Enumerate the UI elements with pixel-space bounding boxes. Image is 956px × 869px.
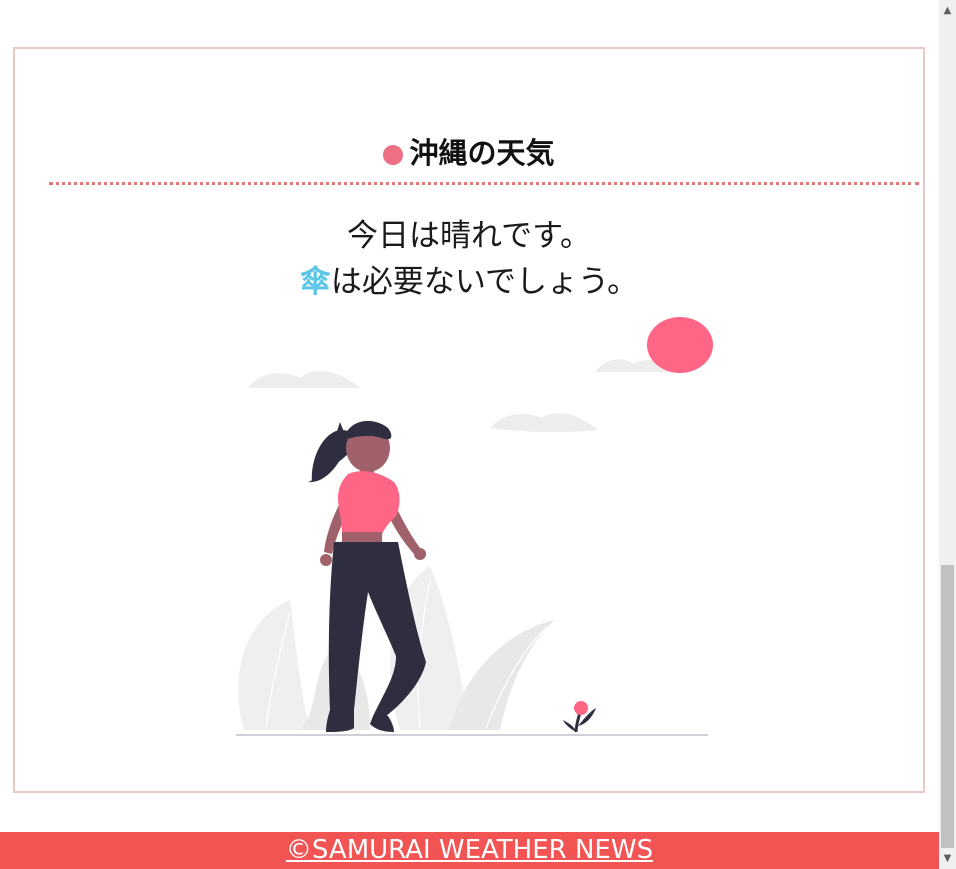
- copyright-link[interactable]: ©SAMURAI WEATHER NEWS: [286, 835, 653, 865]
- card-title: 沖縄の天気: [15, 135, 923, 171]
- card-title-text: 沖縄の天気: [409, 136, 555, 170]
- forecast-line-1: 今日は晴れです。: [347, 218, 591, 254]
- leaf-icon: [238, 600, 310, 730]
- sunny-woman-illustration: [236, 317, 713, 736]
- umbrella-word: 傘: [299, 264, 331, 300]
- shirt: [338, 471, 400, 534]
- title-dot-icon: [383, 145, 404, 165]
- title-divider: [49, 182, 919, 185]
- flower-stem: [574, 711, 582, 733]
- scroll-down-arrow-icon[interactable]: ▼: [939, 850, 956, 867]
- footer-bar: ©SAMURAI WEATHER NEWS: [0, 832, 939, 869]
- forecast-text: 今日は晴れです。 傘は必要ないでしょう。: [15, 213, 923, 305]
- vertical-scrollbar[interactable]: ▲ ▼: [939, 0, 956, 869]
- forecast-line-2-rest: は必要ないでしょう。: [330, 264, 639, 300]
- scroll-thumb[interactable]: [941, 565, 954, 848]
- forecast-line-2: 傘は必要ないでしょう。: [15, 259, 923, 305]
- sun-icon: [647, 317, 713, 373]
- page-viewport: 沖縄の天気 今日は晴れです。 傘は必要ないでしょう。 ©SAMURAI WEAT…: [0, 0, 939, 869]
- cloud-icon: [490, 413, 598, 433]
- flower-icon: [574, 701, 588, 715]
- leaf-icon: [450, 620, 555, 730]
- cloud-icon: [248, 371, 360, 388]
- pants: [328, 542, 426, 716]
- scroll-up-arrow-icon[interactable]: ▲: [939, 2, 956, 19]
